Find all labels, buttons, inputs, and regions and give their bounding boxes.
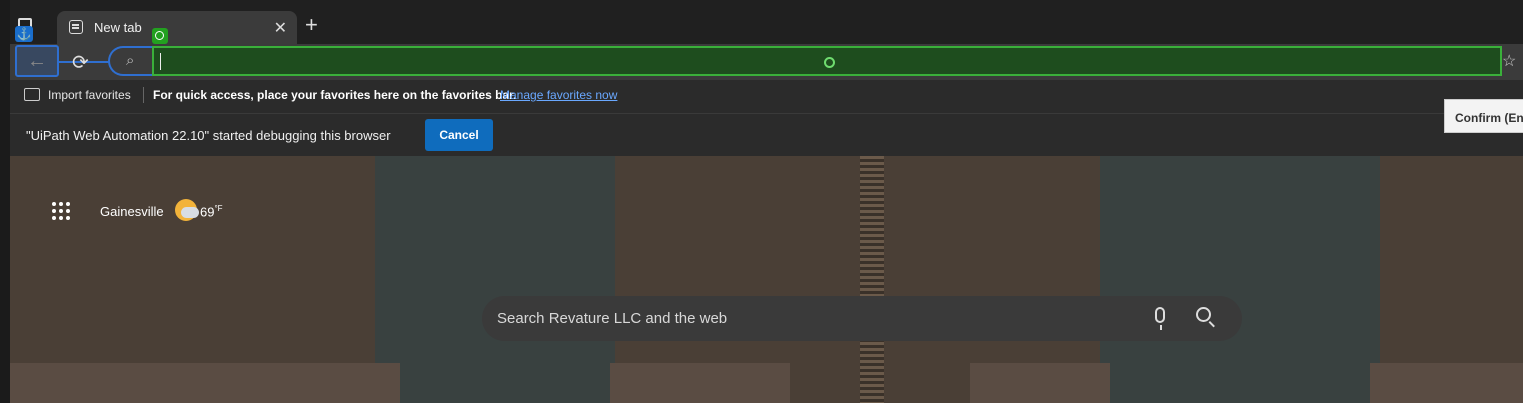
add-favorite-icon[interactable]: ☆ (1502, 48, 1523, 76)
bridge-left (10, 363, 400, 403)
target-icon (152, 28, 168, 44)
railway (860, 156, 884, 403)
address-search-icon: ⌕ (108, 46, 158, 76)
bridge-mid-right (970, 363, 1110, 403)
weather-city[interactable]: Gainesville (100, 204, 164, 219)
tab-new-tab[interactable]: New tab ✕ (57, 11, 297, 45)
anchor-icon: ⚓ (15, 26, 33, 42)
web-search-input[interactable]: Search Revature LLC and the web (482, 296, 1242, 341)
favorites-hint: For quick access, place your favorites h… (153, 88, 517, 102)
import-favorites-icon[interactable] (24, 88, 40, 101)
search-icon: ⌕ (126, 52, 135, 69)
import-favorites-button[interactable]: Import favorites (48, 88, 131, 102)
text-caret (160, 53, 161, 70)
refresh-button[interactable]: ⟳ (72, 50, 89, 75)
new-tab-button[interactable]: + (305, 14, 318, 36)
target-point-icon (824, 57, 835, 68)
tab-close-button[interactable]: ✕ (274, 18, 287, 38)
highway-right (1100, 156, 1380, 403)
bridge-right (1370, 363, 1523, 403)
highway-left (375, 156, 615, 403)
cancel-button[interactable]: Cancel (425, 119, 493, 151)
address-bar[interactable] (152, 46, 1502, 76)
search-placeholder: Search Revature LLC and the web (497, 310, 728, 327)
partly-cloudy-icon[interactable] (175, 199, 199, 221)
apps-grid-icon[interactable] (52, 202, 72, 222)
search-icon[interactable] (1196, 307, 1211, 322)
favorites-divider (143, 87, 144, 103)
tab-title: New tab (94, 20, 142, 35)
manage-favorites-link[interactable]: Manage favorites now (500, 88, 617, 102)
microphone-icon[interactable] (1155, 307, 1165, 330)
debug-message: "UiPath Web Automation 22.10" started de… (26, 128, 391, 143)
weather-temp[interactable]: 69°F (200, 204, 223, 219)
confirm-tooltip: Confirm (Ent (1444, 99, 1523, 133)
background-image (10, 156, 1523, 403)
bridge-mid (610, 363, 790, 403)
new-tab-icon (69, 20, 83, 34)
back-button[interactable]: ← (15, 45, 59, 77)
